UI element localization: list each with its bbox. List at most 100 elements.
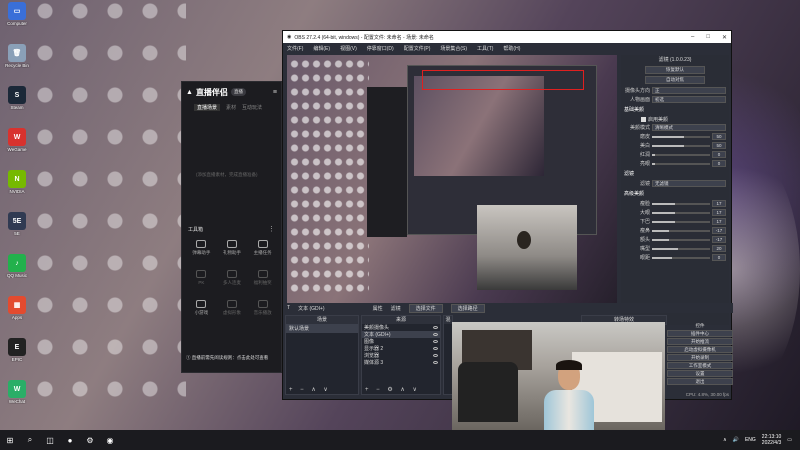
slider-value[interactable]: 17 <box>712 209 726 216</box>
slider-track[interactable] <box>652 135 710 138</box>
tab-interaction[interactable]: 互动玩法 <box>242 104 262 111</box>
desktop-icon[interactable]: 5E 5E <box>2 212 32 236</box>
plugin-center-button[interactable]: 插件中心 <box>667 330 733 337</box>
settings-button[interactable]: 设置 <box>667 370 733 377</box>
slider-track[interactable] <box>652 144 710 147</box>
source-item[interactable]: 美颜摄像头 <box>362 324 440 331</box>
steam-icon[interactable]: ⚙ <box>80 430 100 450</box>
menu-scene-collection[interactable]: 场景集合(S) <box>440 45 467 52</box>
slider-value[interactable]: 17 <box>712 200 726 207</box>
eye-icon[interactable] <box>433 354 438 357</box>
menu-view[interactable]: 视图(V) <box>340 45 357 52</box>
eye-icon[interactable] <box>433 347 438 350</box>
filters-button[interactable]: 滤镜 <box>391 305 401 312</box>
reset-default-button[interactable]: 恢复默认 <box>645 66 705 74</box>
close-icon[interactable]: ✕ <box>722 34 727 41</box>
tool-music[interactable]: 音乐播放 <box>247 300 278 316</box>
exit-button[interactable]: 退出 <box>667 378 733 385</box>
slider-track[interactable] <box>652 229 710 232</box>
desktop-icon[interactable]: ♪ QQ Music <box>2 254 32 278</box>
minimize-icon[interactable]: – <box>691 34 694 41</box>
slider-track[interactable] <box>652 247 710 250</box>
desktop-icon[interactable]: S Steam <box>2 86 32 110</box>
menu-profile[interactable]: 配置文件(P) <box>404 45 431 52</box>
clock[interactable]: 22:13:10 2022/4/3 <box>762 434 781 446</box>
eye-icon[interactable] <box>433 361 438 364</box>
preview-selection-box[interactable] <box>422 70 584 90</box>
slider-track[interactable] <box>652 256 710 259</box>
source-item[interactable]: 浏览器 <box>362 352 440 359</box>
chrome-icon[interactable]: ● <box>60 430 80 450</box>
select-folder-button[interactable]: 选择路径 <box>450 303 485 313</box>
source-item[interactable]: 媒体源 3 <box>362 359 440 366</box>
start-recording-button[interactable]: 开始录制 <box>667 354 733 361</box>
eye-icon[interactable] <box>433 326 438 329</box>
volume-icon[interactable]: 🔊 <box>733 437 739 443</box>
desktop-icon[interactable]: ▦ Apps <box>2 296 32 320</box>
helper-version-badge[interactable]: 直播 <box>230 88 246 96</box>
slider-track[interactable] <box>652 162 710 165</box>
tab-material[interactable]: 素材 <box>226 104 236 111</box>
language-indicator[interactable]: ENG <box>745 437 756 443</box>
start-streaming-button[interactable]: 开始推流 <box>667 338 733 345</box>
tool-task[interactable]: 主播任务 <box>247 240 278 256</box>
desktop-icon[interactable]: ▭ Computer <box>2 2 32 26</box>
task-view-icon[interactable]: ◫ <box>40 430 60 450</box>
tool-barrage[interactable]: 弹幕助手 <box>186 240 217 256</box>
person-view-select[interactable]: 初选 <box>652 96 726 103</box>
tool-mini-game[interactable]: 小游戏 <box>186 300 217 316</box>
start-icon[interactable]: ⊞ <box>0 430 20 450</box>
desktop-icon[interactable]: W WeGame <box>2 128 32 152</box>
helper-menu-icon[interactable]: ≡ <box>273 89 277 96</box>
desktop-icon[interactable]: 🗑 Recycle Bin <box>2 44 32 68</box>
tool-pk[interactable]: PK <box>186 270 217 286</box>
slider-value[interactable]: 0 <box>712 254 726 261</box>
source-item[interactable]: 图像 <box>362 338 440 345</box>
filter-select[interactable]: 无滤镜 <box>652 180 726 187</box>
select-file-button[interactable]: 选择文件 <box>408 303 443 313</box>
tool-avatar[interactable]: 虚拟形象 <box>217 300 248 316</box>
helper-notice[interactable]: ① 直播前需先阅读规则：点击此处可查看 <box>186 355 280 361</box>
tab-live-scene[interactable]: 直播场景 <box>194 104 221 111</box>
scene-item[interactable]: 默认场景 <box>286 324 358 333</box>
tray-expand-icon[interactable]: ∧ <box>723 437 727 443</box>
desktop-icon[interactable]: N NVIDIA <box>2 170 32 194</box>
tool-multi-mic[interactable]: 多人连麦 <box>217 270 248 286</box>
search-icon[interactable]: ⌕ <box>20 430 40 450</box>
slider-value[interactable]: 17 <box>712 218 726 225</box>
tool-lottery[interactable]: 福利抽奖 <box>247 270 278 286</box>
studio-mode-button[interactable]: 工作室模式 <box>667 362 733 369</box>
camera-direction-select[interactable]: 正 <box>652 87 726 94</box>
sources-footer-controls[interactable]: + − ⚙ ∧ ∨ <box>365 386 420 393</box>
slider-track[interactable] <box>652 238 710 241</box>
slider-value[interactable]: 50 <box>712 142 726 149</box>
beauty-mode-select[interactable]: 清晰模式 <box>652 124 726 131</box>
slider-track[interactable] <box>652 153 710 156</box>
desktop-icon[interactable]: E EPIC <box>2 338 32 362</box>
maximize-icon[interactable]: □ <box>706 34 710 41</box>
menu-docks[interactable]: 停靠窗口(D) <box>367 45 394 52</box>
notification-icon[interactable]: ▭ <box>787 437 792 443</box>
menu-tools[interactable]: 工具(T) <box>477 45 493 52</box>
obs-icon[interactable]: ◉ <box>100 430 120 450</box>
toolbox-more-icon[interactable]: ⋮ <box>268 225 275 233</box>
scenes-footer-controls[interactable]: + − ∧ ∨ <box>289 386 331 393</box>
slider-value[interactable]: 0 <box>712 160 726 167</box>
slider-value[interactable]: 0 <box>712 151 726 158</box>
slider-track[interactable] <box>652 211 710 214</box>
desktop-icon[interactable]: W WeChat <box>2 380 32 404</box>
source-item[interactable]: 显示器 2 <box>362 345 440 352</box>
start-virtual-camera-button[interactable]: 启动虚拟摄像机 <box>667 346 733 353</box>
eye-icon[interactable] <box>433 340 438 343</box>
slider-value[interactable]: 20 <box>712 245 726 252</box>
menu-edit[interactable]: 编辑(E) <box>313 45 330 52</box>
slider-value[interactable]: -17 <box>712 227 726 234</box>
menu-file[interactable]: 文件(F) <box>287 45 303 52</box>
properties-button[interactable]: 属性 <box>373 305 383 312</box>
enable-beauty-checkbox[interactable]: 启用美颜 <box>621 115 729 123</box>
slider-value[interactable]: -17 <box>712 236 726 243</box>
source-item[interactable]: 文本 (GDI+) <box>362 331 440 338</box>
slider-value[interactable]: 50 <box>712 133 726 140</box>
slider-track[interactable] <box>652 220 710 223</box>
auto-focus-button[interactable]: 自动对焦 <box>645 76 705 84</box>
